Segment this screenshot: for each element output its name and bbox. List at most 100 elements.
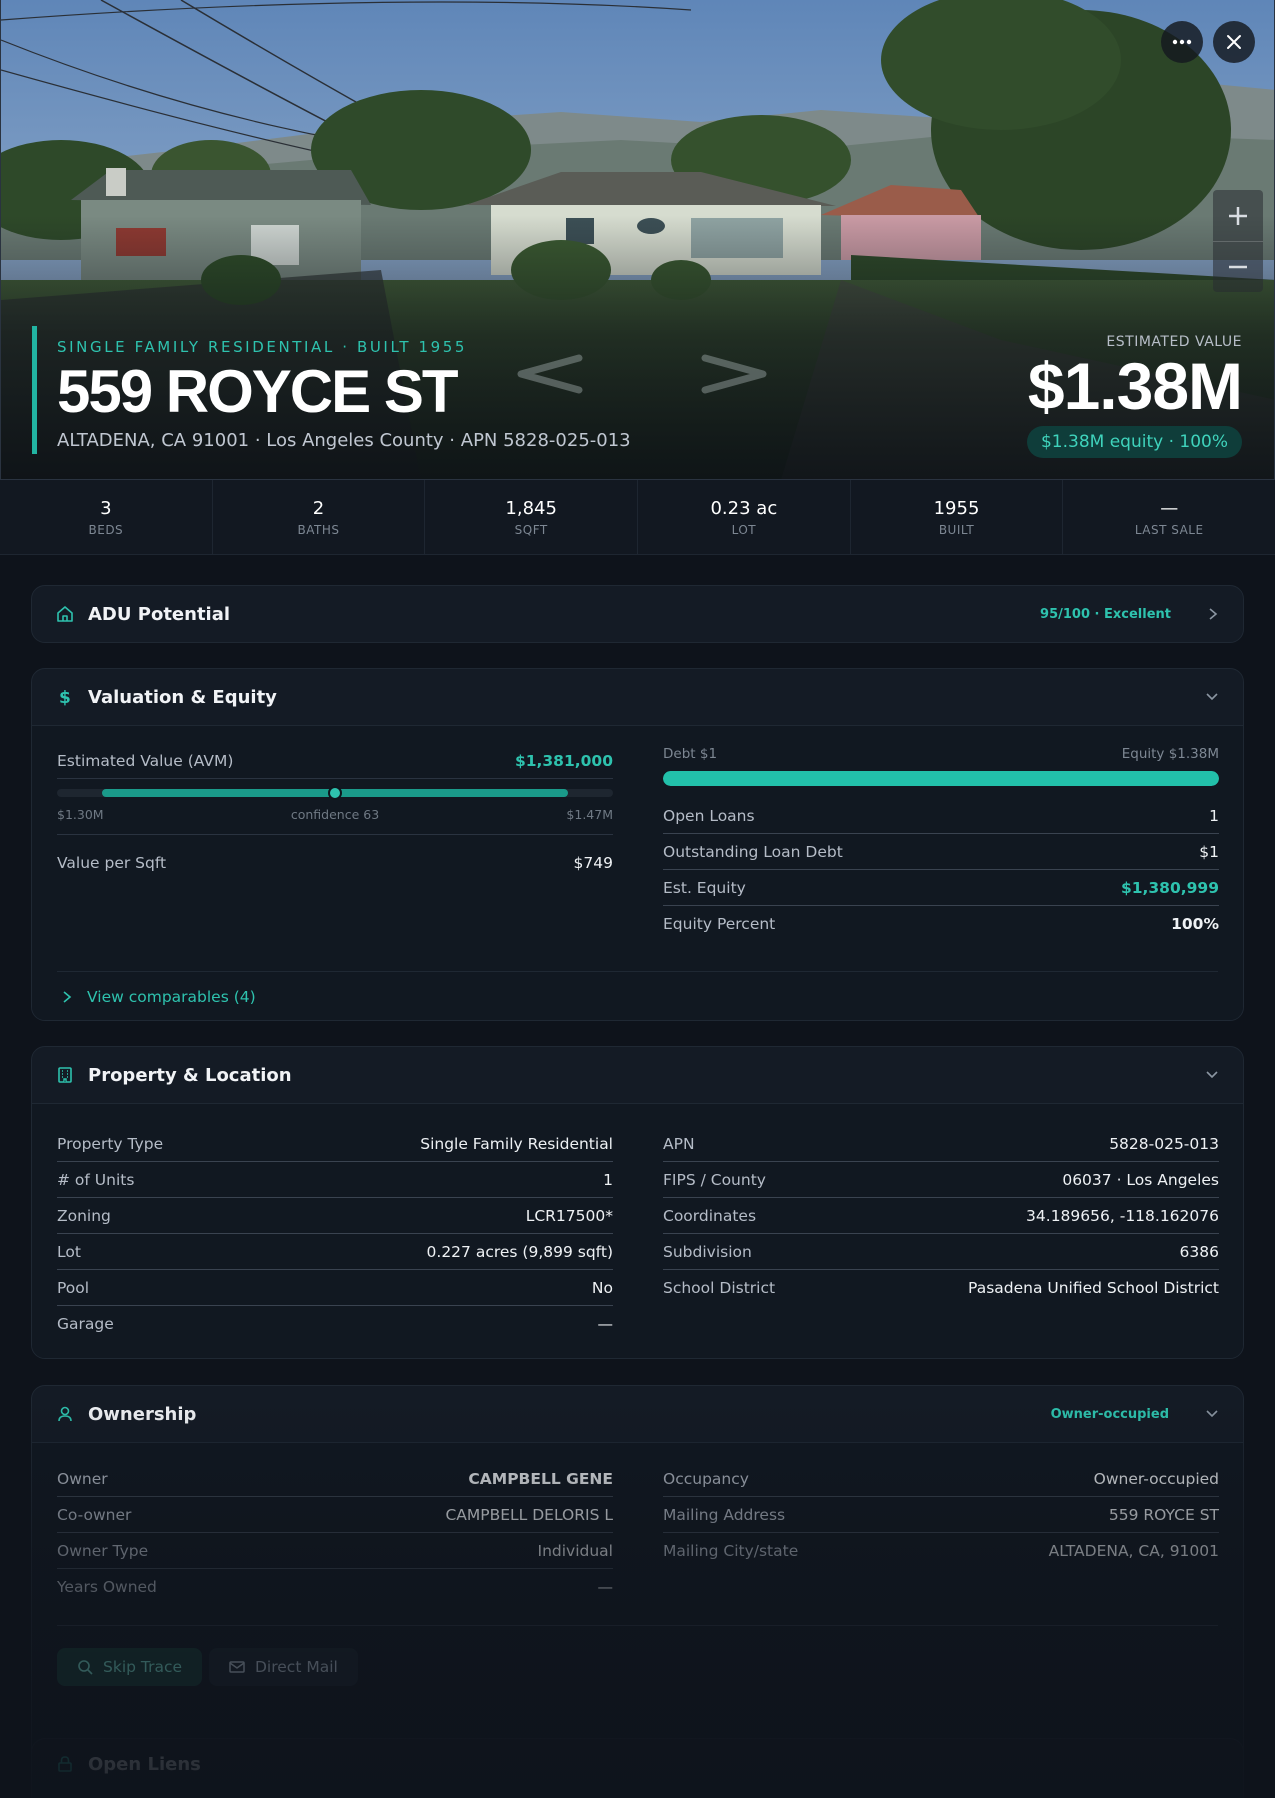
property-stats-bar: 3 BEDS 2 BATHS 1,845 SQFT 0.23 ac LOT 1955 BU… [0, 480, 1275, 555]
loan-debt-row: Outstanding Loan Debt $1 [663, 834, 1219, 870]
adu-potential-card[interactable]: ADU Potential 95/100 · Excellent [31, 585, 1244, 643]
property-location-header[interactable]: Property & Location [32, 1047, 1243, 1103]
row-label: Est. Equity [663, 878, 746, 897]
co-owner-row: Co-owner CAMPBELL DELORIS L [57, 1497, 613, 1533]
user-icon [56, 1405, 74, 1423]
stat-label: BUILT [938, 523, 975, 537]
section-title: Valuation & Equity [88, 686, 277, 708]
row-value: $1 [1199, 842, 1219, 861]
chevron-right-icon[interactable] [1207, 607, 1219, 621]
value-per-sqft-row: Value per Sqft $749 [57, 845, 613, 881]
avm-value: $1,381,000 [514, 752, 613, 770]
section-title: Property & Location [88, 1064, 292, 1086]
row-value: 06037 · Los Angeles [1062, 1170, 1219, 1189]
stat-value: — [1160, 498, 1179, 519]
row-label: # of Units [57, 1170, 135, 1189]
row-value: 6386 [1179, 1242, 1219, 1261]
row-label: Zoning [57, 1206, 111, 1225]
more-options-button[interactable] [1161, 21, 1203, 63]
avm-estimate-marker [328, 786, 342, 800]
stat-label: BATHS [297, 523, 340, 537]
garage-row: Garage — [57, 1306, 613, 1342]
row-label: Lot [57, 1242, 81, 1261]
debt-label: Debt $1 [663, 746, 718, 762]
chevron-down-icon[interactable] [1205, 1409, 1219, 1419]
property-right-column: APN 5828-025-013 FIPS / County 06037 · Los… [663, 1126, 1219, 1306]
stat-sqft: 1,845 SQFT [425, 480, 639, 554]
occupancy-badge: Owner-occupied [1050, 1406, 1169, 1422]
avm-range-bar [57, 786, 613, 800]
stat-value: 1955 [933, 498, 980, 519]
years-owned-row: Years Owned — [57, 1569, 613, 1605]
section-title: Ownership [88, 1403, 197, 1425]
equity-percent-row: Equity Percent 100% [663, 906, 1219, 942]
mail-icon [229, 1661, 245, 1673]
open-loans-row: Open Loans 1 [663, 798, 1219, 834]
row-label: Owner [57, 1469, 108, 1488]
occupancy-row: Occupancy Owner-occupied [663, 1461, 1219, 1497]
owner-type-row: Owner Type Individual [57, 1533, 613, 1569]
zoom-out-icon [1229, 265, 1247, 269]
pool-row: Pool No [57, 1270, 613, 1306]
divider [57, 778, 613, 779]
page-title: 559 ROYCE ST [57, 358, 458, 425]
section-title: Open Liens [88, 1753, 201, 1775]
chevron-right-icon[interactable] [701, 354, 771, 394]
property-left-column: Property Type Single Family Residential #… [57, 1126, 613, 1342]
row-value: 34.189656, -118.162076 [1026, 1206, 1219, 1225]
adu-potential-header[interactable]: ADU Potential 95/100 · Excellent [32, 586, 1243, 642]
row-value: $1,380,999 [1120, 878, 1219, 897]
property-subaddress: ALTADENA, CA 91001 · Los Angeles County … [57, 430, 631, 451]
search-icon [78, 1660, 93, 1675]
valuation-equity-body: Estimated Value (AVM) $1,381,000 $1.30M … [32, 725, 1243, 1020]
valuation-equity-header[interactable]: $ Valuation & Equity [32, 669, 1243, 725]
open-liens-card[interactable]: Open Liens [31, 1738, 1244, 1798]
ownership-card: Ownership Owner-occupied Owner CAMPBELL G… [31, 1385, 1244, 1798]
subdivision-row: Subdivision 6386 [663, 1234, 1219, 1270]
property-type-eyebrow: SINGLE FAMILY RESIDENTIAL · BUILT 1955 [57, 338, 468, 356]
row-label: APN [663, 1134, 695, 1153]
row-value: Individual [537, 1541, 614, 1560]
stat-label: LAST SALE [1134, 523, 1204, 537]
chevron-down-icon[interactable] [1205, 692, 1219, 702]
more-icon [1172, 39, 1192, 45]
mailing-address-row: Mailing Address 559 ROYCE ST [663, 1497, 1219, 1533]
property-type-row: Property Type Single Family Residential [57, 1126, 613, 1162]
ownership-header[interactable]: Ownership Owner-occupied [32, 1386, 1243, 1442]
row-label: Outstanding Loan Debt [663, 842, 843, 861]
stat-baths: 2 BATHS [213, 480, 426, 554]
row-label: School District [663, 1279, 776, 1297]
view-comparables-link[interactable]: View comparables (4) [57, 971, 1218, 1020]
row-label: FIPS / County [663, 1170, 766, 1189]
fips-county-row: FIPS / County 06037 · Los Angeles [663, 1162, 1219, 1198]
row-label: Open Loans [663, 806, 755, 825]
skip-trace-button[interactable]: Skip Trace [57, 1648, 203, 1686]
zoom-in-button[interactable] [1213, 190, 1263, 241]
estimated-value-block: ESTIMATED VALUE $1.38M $1.38M equity · 1… [1026, 334, 1243, 458]
chevron-right-icon [63, 990, 72, 1003]
avm-label: Estimated Value (AVM) [57, 752, 234, 770]
direct-mail-button[interactable]: Direct Mail [209, 1648, 358, 1686]
stat-value: 0.23 ac [710, 498, 778, 519]
open-liens-header[interactable]: Open Liens [32, 1739, 1243, 1789]
equity-fill [663, 771, 1219, 786]
school-district-row: School District Pasadena Unified School D… [663, 1270, 1219, 1306]
street-view-hero: SINGLE FAMILY RESIDENTIAL · BUILT 1955 5… [0, 0, 1275, 480]
range-high: $1.47M [566, 807, 613, 822]
stat-value: 2 [312, 498, 325, 519]
row-value: CAMPBELL DELORIS L [445, 1505, 613, 1524]
divider [57, 834, 613, 835]
ownership-left-column: Owner CAMPBELL GENE Co-owner CAMPBELL DELO… [57, 1461, 613, 1605]
row-value: 0.227 acres (9,899 sqft) [426, 1242, 613, 1261]
lot-row: Lot 0.227 acres (9,899 sqft) [57, 1234, 613, 1270]
equity-badge: $1.38M equity · 100% [1026, 426, 1242, 458]
skip-trace-label: Skip Trace [103, 1658, 183, 1676]
equity-bar-labels: Debt $1 Equity $1.38M [663, 746, 1219, 762]
chevron-down-icon[interactable] [1205, 1070, 1219, 1080]
home-icon [56, 605, 74, 623]
zoom-out-button[interactable] [1213, 241, 1263, 292]
row-label: Subdivision [663, 1242, 752, 1261]
close-button[interactable] [1213, 21, 1255, 63]
equity-rows: Open Loans 1 Outstanding Loan Debt $1 Est.… [663, 798, 1219, 942]
row-label: Value per Sqft [57, 854, 167, 872]
